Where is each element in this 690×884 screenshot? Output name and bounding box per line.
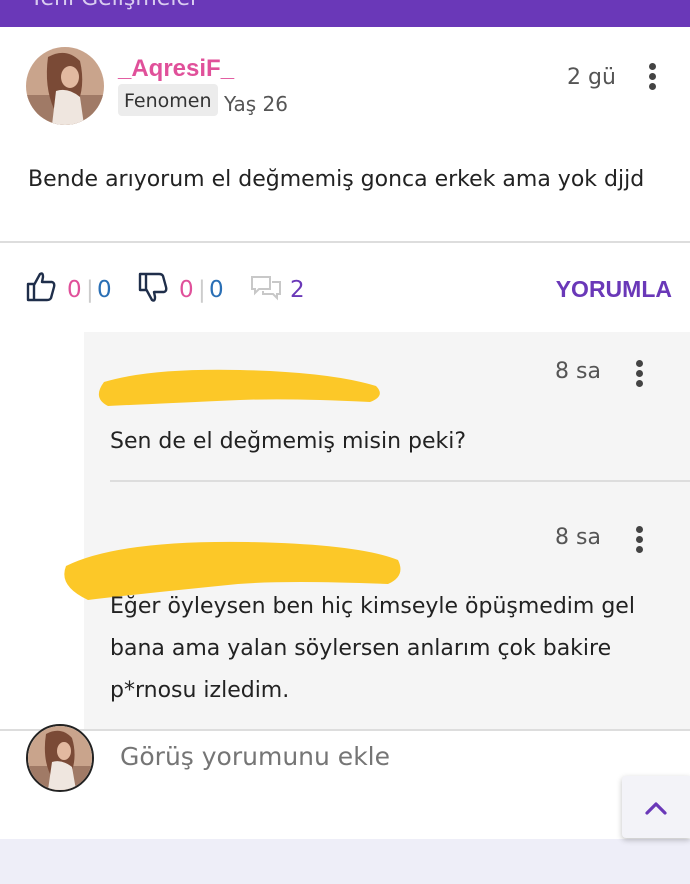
reply-body-2: Eğer öyleysen ben hiç kimseyle öpüşmedim… [110, 586, 635, 712]
thumbs-up-icon[interactable] [26, 270, 56, 306]
thumbs-down-icon[interactable] [138, 272, 168, 308]
author-age: Yaş 26 [224, 92, 288, 116]
dislike-separator: | [198, 277, 206, 303]
top-bar: Yeni Gelişmeler [0, 0, 690, 27]
post-card: _AqresiF_ Fenomen Yaş 26 2 gü Bende arıy… [0, 27, 690, 839]
comment-count: 2 [290, 277, 305, 303]
top-bar-title: Yeni Gelişmeler [30, 0, 199, 11]
reply-more-icon-1[interactable] [634, 360, 644, 390]
reply-body-2-line: Eğer öyleysen ben hiç kimseyle öpüşmedim… [110, 594, 635, 619]
redacted-username-1 [90, 352, 390, 418]
post-time: 2 gü [567, 65, 616, 90]
post-actions-bar: 0 | 0 0 | 0 2 YORUMLA [0, 270, 690, 330]
like-count-a: 0 [67, 277, 82, 303]
post-body: Bende arıyorum el değmemiş gonca erkek a… [28, 167, 645, 192]
current-user-avatar [26, 724, 94, 792]
post-more-icon[interactable] [647, 63, 657, 93]
comment-box-divider [0, 729, 690, 731]
like-count-b: 0 [97, 277, 112, 303]
reply-divider [110, 480, 690, 482]
replies-section: 8 sa Sen de el değmemiş misin peki? 8 sa… [64, 332, 690, 730]
reply-body-1: Sen de el değmemiş misin peki? [110, 429, 467, 454]
chevron-up-icon [645, 802, 667, 815]
reply-body-2-line: bana ama yalan söylersen anlarım çok bak… [110, 636, 612, 661]
post-author-avatar[interactable] [26, 47, 104, 125]
reply-more-icon-2[interactable] [634, 526, 644, 556]
reply-time-2: 8 sa [555, 525, 601, 550]
post-author-name[interactable]: _AqresiF_ [118, 55, 234, 83]
author-rank-badge: Fenomen [118, 84, 218, 116]
post-divider [0, 241, 690, 243]
reply-body-2-line: p*rnosu izledim. [110, 678, 290, 703]
dislike-count-b: 0 [209, 277, 224, 303]
reply-time-1: 8 sa [555, 359, 601, 384]
dislike-count-a: 0 [179, 277, 194, 303]
comment-button[interactable]: YORUMLA [556, 276, 672, 303]
like-separator: | [86, 277, 94, 303]
comment-input[interactable] [120, 742, 600, 771]
speech-bubbles-icon[interactable] [250, 274, 282, 306]
scroll-to-top-button[interactable] [622, 776, 690, 838]
